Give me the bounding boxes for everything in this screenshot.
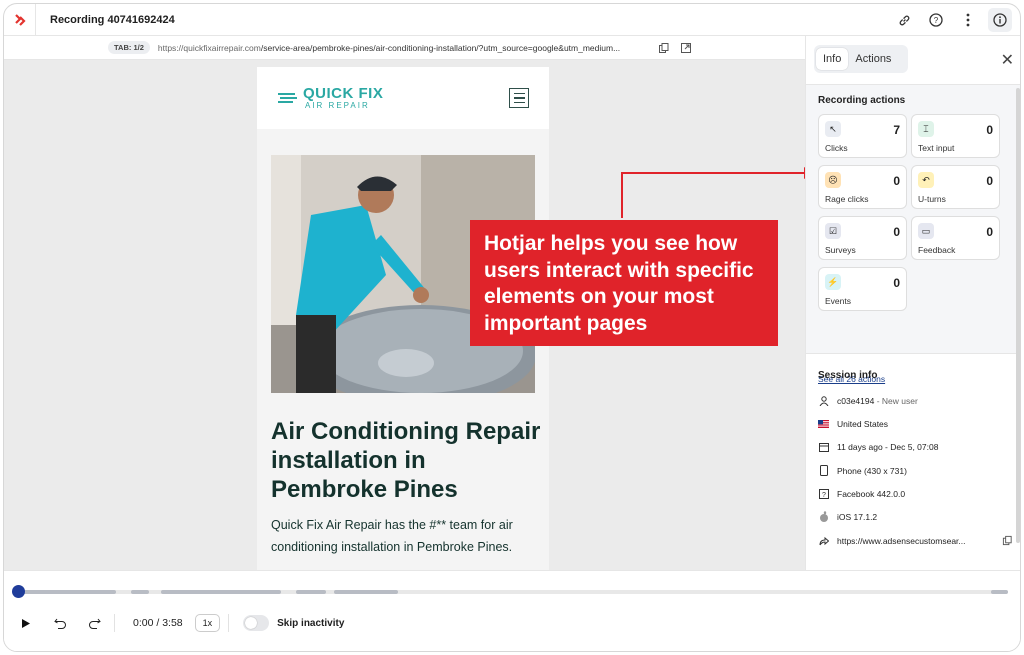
session-country: United States	[818, 418, 1013, 429]
phone-icon	[818, 465, 829, 476]
svg-text:?: ?	[934, 16, 939, 25]
angry-face-icon: ☹	[825, 172, 841, 188]
cursor-click-icon: ↖	[825, 121, 841, 137]
session-user: c03e4194 - New user	[818, 395, 1013, 406]
url-bar: TAB: 1/2 https://quickfixairrepair.com/s…	[4, 36, 805, 60]
session-device: Phone (430 x 731)	[818, 465, 1013, 476]
close-icon[interactable]: ✕	[1001, 50, 1014, 70]
survey-icon: ☑	[825, 223, 841, 239]
u-turn-icon: ↶	[918, 172, 934, 188]
timeline-playhead[interactable]	[12, 585, 25, 598]
session-browser: ? Facebook 442.0.0	[818, 488, 1013, 499]
action-card-rage-clicks[interactable]: ☹ 0 Rage clicks	[818, 165, 907, 209]
player-controls: 0:00 / 3:58 1x Skip inactivity	[4, 570, 1020, 651]
action-card-clicks[interactable]: ↖ 7 Clicks	[818, 114, 907, 158]
action-card-text-input[interactable]: ⌶ 0 Text input	[911, 114, 1000, 158]
copy-referrer-icon[interactable]	[1002, 535, 1013, 546]
tab-indicator: TAB: 1/2	[108, 41, 150, 54]
recording-actions-section: Recording actions ↖ 7 Clicks ⌶ 0 Text in…	[806, 84, 1020, 384]
copy-url-icon[interactable]	[658, 42, 670, 54]
text-input-icon: ⌶	[918, 121, 934, 137]
link-icon[interactable]	[892, 8, 916, 32]
play-icon[interactable]	[14, 611, 38, 635]
session-referrer: https://www.adsensecustomsear...	[818, 535, 1013, 546]
action-card-feedback[interactable]: ▭ 0 Feedback	[911, 216, 1000, 260]
info-icon[interactable]	[988, 8, 1012, 32]
recording-actions-title: Recording actions	[818, 95, 906, 106]
skip-inactivity-toggle[interactable]	[243, 615, 270, 631]
session-os: iOS 17.1.2	[818, 511, 1013, 522]
lightning-icon: ⚡	[825, 274, 841, 290]
user-icon	[818, 395, 829, 406]
timeline-track[interactable]	[16, 590, 1008, 594]
hotjar-logo[interactable]	[4, 4, 36, 36]
tab-info[interactable]: Info	[816, 48, 849, 70]
help-icon[interactable]: ?	[924, 8, 948, 32]
panel-tabs: Info Actions	[814, 45, 908, 73]
share-arrow-icon	[818, 535, 829, 546]
calendar-icon	[818, 441, 829, 452]
rewind-10-icon[interactable]	[48, 611, 72, 635]
top-bar: Recording 40741692424 ?	[4, 4, 1020, 36]
tab-actions[interactable]: Actions	[848, 48, 898, 70]
session-date: 11 days ago - Dec 5, 07:08	[818, 441, 1013, 452]
info-panel: Info Actions ✕ Recording actions ↖ 7 Cli…	[805, 36, 1020, 570]
svg-text:?: ?	[822, 492, 826, 499]
browser-unknown-icon: ?	[818, 488, 829, 499]
app-frame: Recording 40741692424 ? TAB: 1/2 https:/…	[3, 3, 1021, 652]
panel-scrollbar[interactable]	[1016, 88, 1020, 543]
forward-10-icon[interactable]	[82, 611, 106, 635]
playback-time: 0:00 / 3:58	[133, 617, 183, 629]
promo-callout: Hotjar helps you see how users interact …	[470, 220, 778, 346]
skip-inactivity-label: Skip inactivity	[277, 617, 345, 629]
feedback-icon: ▭	[918, 223, 934, 239]
open-external-icon[interactable]	[680, 42, 692, 54]
action-card-u-turns[interactable]: ↶ 0 U-turns	[911, 165, 1000, 209]
more-options-icon[interactable]	[956, 8, 980, 32]
action-card-surveys[interactable]: ☑ 0 Surveys	[818, 216, 907, 260]
recording-title: Recording 40741692424	[50, 13, 175, 26]
action-card-events[interactable]: ⚡ 0 Events	[818, 267, 907, 311]
us-flag-icon	[818, 418, 829, 429]
page-url: https://quickfixairrepair.com/service-ar…	[157, 42, 621, 53]
session-info-title: Session info	[818, 370, 878, 381]
apple-icon	[818, 511, 829, 522]
speed-button[interactable]: 1x	[194, 614, 221, 632]
